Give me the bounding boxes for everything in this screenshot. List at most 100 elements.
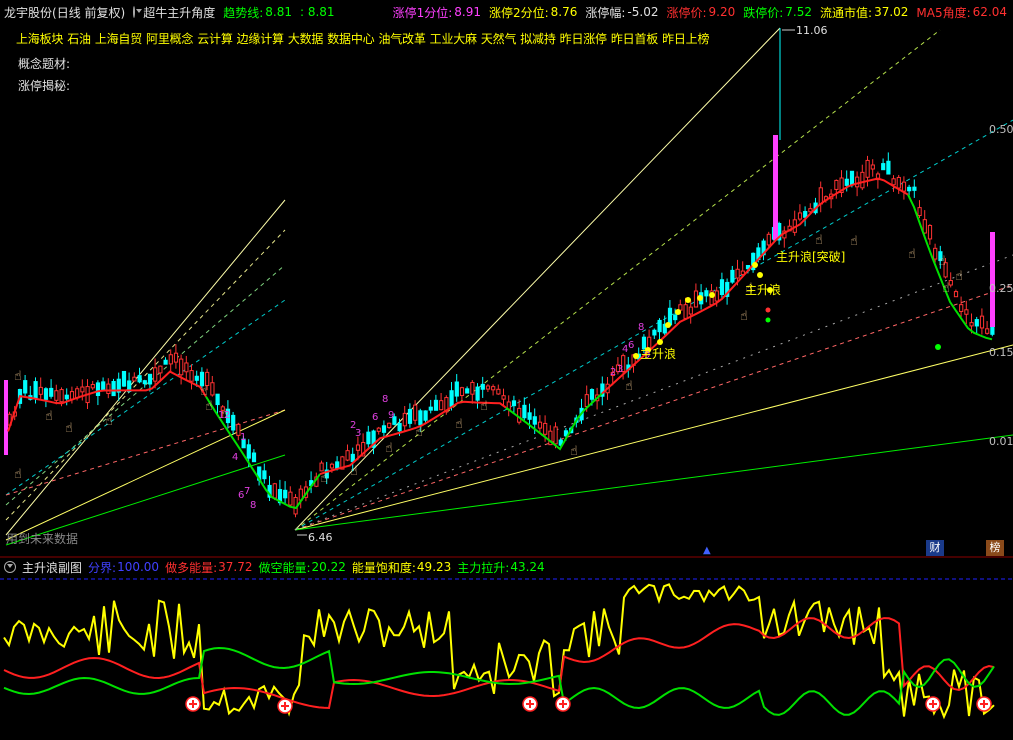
candle xyxy=(439,400,444,411)
candle xyxy=(158,365,163,374)
future-data-note: 用到未来数据 xyxy=(6,532,79,546)
ma-line xyxy=(319,400,507,475)
hand-icon: ☝ xyxy=(105,414,113,429)
ztj-label: 涨停价: xyxy=(666,5,707,20)
trend-value2: : 8.81 xyxy=(299,5,335,19)
concept-tag[interactable]: 大数据 xyxy=(288,32,324,46)
candle xyxy=(101,381,106,391)
hand-icon: ☝ xyxy=(455,417,463,432)
zuoduo-label: 做多能量: xyxy=(165,560,218,575)
count-label: 8 xyxy=(250,500,256,511)
candle xyxy=(922,219,927,234)
candle xyxy=(912,186,917,191)
candle xyxy=(979,315,985,329)
candle xyxy=(288,491,293,506)
hand-icon: ☝ xyxy=(850,234,858,249)
candle xyxy=(896,176,901,189)
concept-tag[interactable]: 天然气 xyxy=(481,32,517,46)
candle xyxy=(381,425,387,433)
fan-line-2 xyxy=(5,229,286,521)
ztj-value: 9.20 xyxy=(708,5,736,19)
fan-line-10 xyxy=(294,119,1013,531)
candle xyxy=(584,394,589,407)
right-axis-label: 0.50 xyxy=(989,123,1013,136)
chart-header: 龙宇股份 (日线 前复权) 超牛主升角度 趋势线: 8.81 : 8.81 涨停… xyxy=(0,0,1013,24)
concept-tag[interactable]: 昨日首板 xyxy=(611,32,658,46)
candle xyxy=(891,178,896,186)
candle xyxy=(803,211,808,218)
fan-line-13 xyxy=(294,434,1013,531)
candle xyxy=(735,268,740,279)
candle xyxy=(49,387,54,397)
ma5-label: MA5角度: xyxy=(916,5,971,20)
fan-line-6 xyxy=(5,409,286,541)
hand-icon: ☝ xyxy=(942,281,950,296)
main-chart[interactable]: ☝☝☝ ☝☝☝☝☝ ☝ ☝☝☝☝☝☝☝☝☝☝ ☝☝ ☝☝☝146 781 2236892 34 6… xyxy=(0,0,1013,558)
ltsz-label: 流通市值: xyxy=(820,5,873,20)
rank-button[interactable]: 榜 xyxy=(986,540,1004,556)
concept-tag[interactable]: 阿里概念 xyxy=(146,32,193,46)
concept-tag[interactable]: 石油 xyxy=(67,32,91,46)
sub-chart[interactable] xyxy=(0,558,1013,740)
zhushenglang-label: 主升浪 xyxy=(745,282,781,297)
limit-bar xyxy=(990,232,995,327)
count-label: 1 xyxy=(240,432,246,443)
candle xyxy=(246,444,251,459)
concept-tag[interactable]: 昨日涨停 xyxy=(560,32,607,46)
concept-tags: 上海板块 石油 上海自贸 阿里概念 云计算 边缘计算 大数据 数据中心 油气改革 工业大麻 天然气拟… xyxy=(16,30,713,47)
candle xyxy=(470,381,475,395)
concept-tag[interactable]: 云计算 xyxy=(197,32,233,46)
candle xyxy=(69,391,75,400)
count-label: 8 xyxy=(638,322,644,333)
dropdown-icon[interactable] xyxy=(133,6,143,18)
count-label: 2 xyxy=(224,410,230,421)
stock-name[interactable]: 龙宇股份 xyxy=(4,4,52,21)
candle xyxy=(168,354,173,365)
candle xyxy=(319,462,324,472)
candle xyxy=(855,176,860,188)
candle xyxy=(537,421,543,429)
sub-dropdown-icon[interactable] xyxy=(4,561,16,573)
candle xyxy=(397,422,402,432)
count-label: 3 xyxy=(355,428,361,439)
candle xyxy=(517,407,522,423)
high-price: 11.06 xyxy=(796,24,828,37)
candle xyxy=(865,159,870,178)
concept-tag[interactable]: 油气改革 xyxy=(378,32,425,46)
candle xyxy=(210,382,215,396)
right-axis-label: 0.25 xyxy=(989,282,1013,295)
hand-icon: ☝ xyxy=(955,269,963,284)
candle xyxy=(964,309,969,315)
concept-tag[interactable]: 工业大麻 xyxy=(430,32,477,46)
finance-button[interactable]: 财 xyxy=(926,540,944,556)
concept-tag[interactable]: 边缘计算 xyxy=(237,32,284,46)
low-price: 6.46 xyxy=(308,531,333,544)
fan-line-12 xyxy=(294,344,1013,531)
ma-line xyxy=(907,194,993,341)
candle xyxy=(766,233,771,246)
candle xyxy=(511,400,517,407)
count-label: 4 xyxy=(232,452,238,463)
signal-dot xyxy=(709,292,715,298)
candle xyxy=(501,395,506,400)
fan-line-8 xyxy=(294,27,781,531)
ltsz-value: 37.02 xyxy=(874,5,909,19)
count-label: 6 xyxy=(628,340,634,351)
fan-line-14 xyxy=(294,254,1013,531)
candle xyxy=(496,388,501,395)
candle xyxy=(111,381,116,397)
candle xyxy=(137,375,142,383)
right-axis-label: 0.15 xyxy=(989,346,1013,359)
candle xyxy=(818,187,823,205)
candle xyxy=(522,404,527,419)
up-arrow-icon: ▲ xyxy=(703,545,711,556)
concept-tag[interactable]: 上海板块 xyxy=(16,32,63,46)
concept-tag[interactable]: 上海自贸 xyxy=(95,32,142,46)
fan-line-1 xyxy=(5,199,286,536)
ztfu-label: 涨停幅: xyxy=(585,5,626,20)
concept-tag[interactable]: 拟减持 xyxy=(520,32,556,46)
signal-dot xyxy=(665,322,671,328)
concept-tag[interactable]: 昨日上榜 xyxy=(662,32,709,46)
hand-icon: ☝ xyxy=(65,421,73,436)
concept-tag[interactable]: 数据中心 xyxy=(327,32,374,46)
